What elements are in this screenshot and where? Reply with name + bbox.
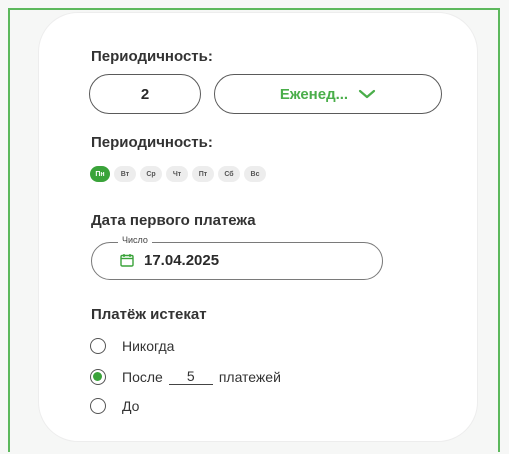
- first-payment-title: Дата первого платежа: [91, 212, 256, 229]
- interval-input[interactable]: 2: [89, 74, 201, 114]
- frequency-title: Периодичность:: [91, 48, 213, 65]
- day-chip-wed[interactable]: Ср: [140, 166, 162, 182]
- expiry-option-until[interactable]: До: [90, 398, 139, 414]
- weekday-chip-group: Пн Вт Ср Чт Пт Сб Вс: [90, 166, 266, 182]
- date-field-legend: Число: [118, 235, 152, 245]
- period-select[interactable]: Еженед...: [214, 74, 442, 114]
- day-chip-sat[interactable]: Сб: [218, 166, 240, 182]
- expiry-after-suffix: платежей: [218, 368, 281, 385]
- expiry-until-label: До: [122, 398, 140, 414]
- weekdays-title: Периодичность:: [91, 134, 213, 151]
- expiry-title: Платёж истекат: [91, 306, 207, 323]
- payments-count-input[interactable]: 5: [168, 368, 213, 385]
- day-chip-tue[interactable]: Вт: [114, 166, 136, 182]
- radio-after[interactable]: [90, 368, 106, 385]
- interval-value: 2: [140, 85, 150, 103]
- expiry-after-prefix: После: [122, 368, 163, 385]
- radio-until[interactable]: [90, 398, 106, 414]
- day-chip-thu[interactable]: Чт: [166, 166, 188, 182]
- day-chip-sun[interactable]: Вс: [244, 166, 266, 182]
- expiry-never-label: Никогда: [122, 338, 175, 354]
- expiry-option-after[interactable]: После 5 платежей: [90, 368, 281, 385]
- first-payment-date-field[interactable]: Число 17.04.2025: [91, 235, 383, 280]
- radio-never[interactable]: [90, 338, 106, 354]
- first-payment-date-value: 17.04.2025: [144, 252, 220, 269]
- period-selected-value: Еженед...: [279, 85, 349, 103]
- expiry-option-never[interactable]: Никогда: [90, 338, 174, 354]
- calendar-icon: [120, 254, 134, 267]
- day-chip-fri[interactable]: Пт: [192, 166, 214, 182]
- chevron-down-icon: [359, 89, 376, 99]
- day-chip-mon[interactable]: Пн: [90, 166, 110, 182]
